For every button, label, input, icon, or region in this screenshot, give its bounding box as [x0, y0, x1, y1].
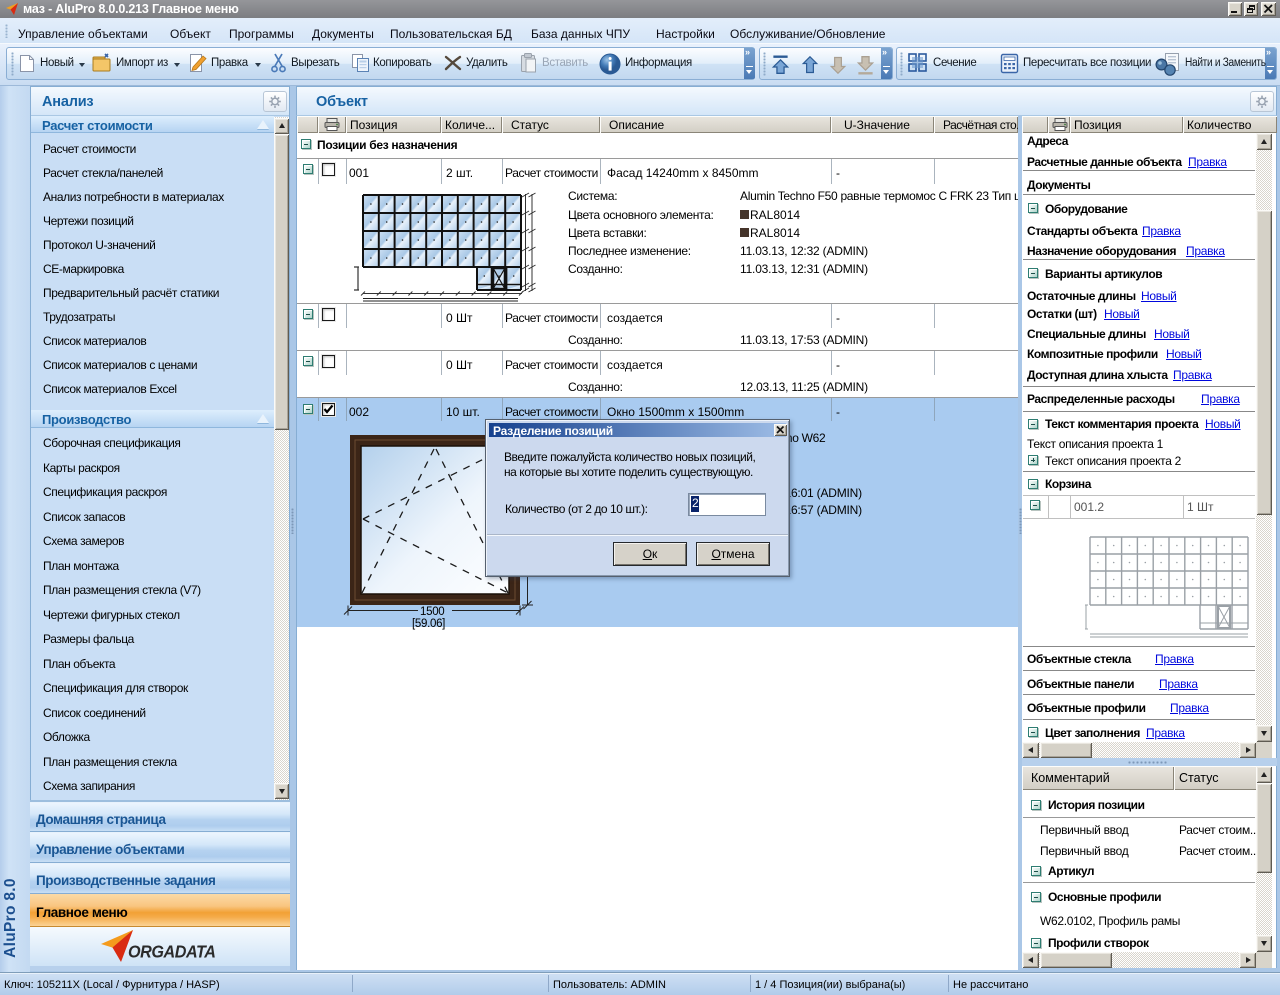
svg-text:1500: 1500 [420, 606, 444, 618]
svg-text:[59.06]: [59.06] [412, 618, 445, 630]
